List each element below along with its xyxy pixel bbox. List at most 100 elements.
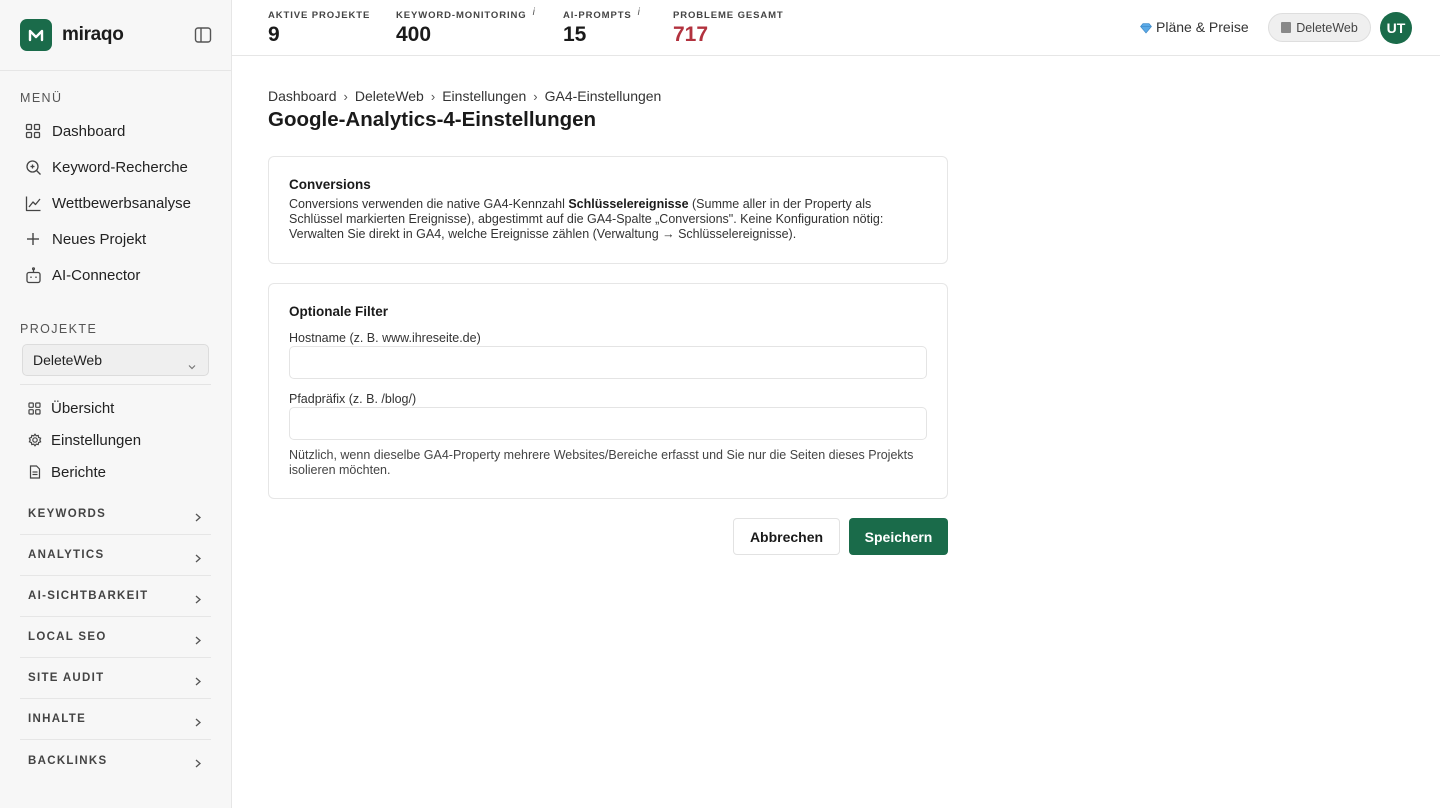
projects-section-label: PROJEKTE bbox=[20, 322, 98, 336]
conversions-heading: Conversions bbox=[289, 177, 371, 192]
nav-group-label: ANALYTICS bbox=[28, 549, 105, 561]
gear-icon bbox=[27, 433, 42, 448]
chevron-right-icon bbox=[195, 755, 201, 773]
nav-item-keyword-recherche[interactable]: Keyword-Recherche bbox=[24, 155, 188, 179]
cancel-button[interactable]: Abbrechen bbox=[733, 518, 840, 555]
filters-heading: Optionale Filter bbox=[289, 304, 389, 319]
project-item-einstellungen[interactable]: Einstellungen bbox=[27, 429, 141, 451]
project-item-uebersicht[interactable]: Übersicht bbox=[27, 397, 114, 419]
stat-value: 15 bbox=[563, 23, 587, 46]
chevron-right-icon bbox=[195, 591, 201, 609]
info-icon[interactable]: i bbox=[533, 7, 536, 18]
info-icon[interactable]: i bbox=[638, 7, 641, 18]
project-item-berichte[interactable]: Berichte bbox=[27, 461, 106, 483]
save-button[interactable]: Speichern bbox=[849, 518, 948, 555]
chevron-right-icon bbox=[195, 714, 201, 732]
line-chart-icon bbox=[24, 194, 42, 212]
breadcrumb-item[interactable]: Dashboard bbox=[268, 88, 337, 104]
nav-item-label: AI-Connector bbox=[52, 266, 141, 284]
stat-label: PROBLEME GESAMT bbox=[673, 10, 784, 21]
document-icon bbox=[27, 465, 42, 480]
project-select[interactable]: DeleteWeb bbox=[22, 344, 209, 376]
nav-item-label: Wettbewerbsanalyse bbox=[52, 194, 191, 212]
hostname-input[interactable] bbox=[289, 346, 927, 379]
nav-item-label: Keyword-Recherche bbox=[52, 158, 188, 176]
plans-link[interactable]: Pläne & Preise bbox=[1140, 19, 1249, 35]
breadcrumb-separator: › bbox=[533, 88, 538, 104]
robot-icon bbox=[24, 266, 42, 284]
chevron-down-icon bbox=[188, 357, 196, 373]
nav-group-label: BACKLINKS bbox=[28, 754, 108, 767]
breadcrumb-item[interactable]: DeleteWeb bbox=[355, 88, 424, 104]
stat-aktive-projekte: AKTIVE PROJEKTE 9 bbox=[268, 10, 370, 47]
breadcrumb-separator: › bbox=[430, 88, 436, 104]
conversions-description: Conversions verwenden die native GA4-Ken… bbox=[289, 197, 884, 241]
chevron-right-icon bbox=[195, 550, 201, 568]
logo-m-icon bbox=[28, 29, 44, 42]
nav-item-ai-connector[interactable]: AI-Connector bbox=[24, 263, 140, 287]
stat-value: 400 bbox=[396, 23, 432, 46]
project-item-label: Berichte bbox=[51, 463, 107, 481]
avatar[interactable]: UT bbox=[1380, 12, 1412, 44]
breadcrumb-item[interactable]: Einstellungen bbox=[442, 88, 526, 104]
stat-value: 9 bbox=[268, 23, 280, 46]
nav-group-backlinks[interactable]: BACKLINKS bbox=[20, 740, 211, 781]
breadcrumb-item-current: GA4-Einstellungen bbox=[544, 88, 662, 104]
stat-keyword-monitoring: KEYWORD-MONITORING i 400 bbox=[396, 7, 536, 47]
stat-label: AKTIVE PROJEKTE bbox=[268, 10, 371, 21]
building-icon bbox=[1281, 22, 1292, 33]
nav-group-local-seo[interactable]: LOCAL SEO bbox=[20, 617, 211, 658]
nav-group-analytics[interactable]: ANALYTICS bbox=[20, 535, 211, 576]
nav-group-ai-sichtbarkeit[interactable]: AI-SICHTBARKEIT bbox=[20, 576, 211, 617]
filters-card: Optionale Filter Hostname (z. B. www.ihr… bbox=[268, 283, 948, 499]
plus-icon bbox=[24, 230, 42, 248]
nav-group-label: KEYWORDS bbox=[28, 508, 107, 520]
chevron-right-icon bbox=[195, 632, 201, 650]
nav-item-dashboard[interactable]: Dashboard bbox=[24, 119, 125, 143]
topbar: AKTIVE PROJEKTE 9 KEYWORD-MONITORING i 40… bbox=[232, 0, 1440, 56]
nav-group-site-audit[interactable]: SITE AUDIT bbox=[20, 658, 211, 699]
project-item-label: Übersicht bbox=[51, 399, 115, 417]
nav-item-neues-projekt[interactable]: Neues Projekt bbox=[24, 227, 146, 251]
brand-logo[interactable] bbox=[20, 19, 52, 51]
path-prefix-input[interactable] bbox=[289, 407, 927, 440]
stat-probleme-gesamt: PROBLEME GESAMT 717 bbox=[673, 10, 784, 47]
conversions-card: Conversions Conversions verwenden die na… bbox=[268, 156, 948, 264]
sidebar: miraqo MENÜ Dashboard Keyword-Recherche … bbox=[0, 0, 232, 808]
search-icon bbox=[24, 158, 42, 176]
menu-section-label: MENÜ bbox=[20, 91, 63, 105]
project-item-label: Einstellungen bbox=[51, 431, 142, 449]
path-prefix-label: Pfadpräfix (z. B. /blog/) bbox=[289, 392, 417, 406]
grid-icon bbox=[27, 401, 42, 416]
stat-ai-prompts: AI-PROMPTS i 15 bbox=[563, 7, 641, 47]
hostname-label: Hostname (z. B. www.ihreseite.de) bbox=[289, 331, 481, 345]
project-chip-label: DeleteWeb bbox=[1296, 20, 1358, 35]
grid-icon bbox=[24, 122, 42, 140]
project-select-value: DeleteWeb bbox=[33, 352, 103, 368]
nav-group-keywords[interactable]: KEYWORDS bbox=[20, 494, 211, 535]
nav-group-label: INHALTE bbox=[28, 713, 87, 725]
breadcrumb-separator: › bbox=[343, 88, 348, 104]
stat-label: KEYWORD-MONITORING bbox=[396, 10, 527, 21]
stat-value: 717 bbox=[673, 23, 709, 46]
nav-group-label: AI-SICHTBARKEIT bbox=[28, 590, 149, 602]
page-title: Google-Analytics-4-Einstellungen bbox=[268, 108, 597, 131]
gem-icon bbox=[1140, 21, 1152, 34]
nav-item-wettbewerbsanalyse[interactable]: Wettbewerbsanalyse bbox=[24, 191, 191, 215]
stat-label: AI-PROMPTS bbox=[563, 10, 632, 21]
sidebar-toggle-icon[interactable] bbox=[194, 26, 212, 44]
breadcrumb: Dashboard › DeleteWeb › Einstellungen › … bbox=[268, 88, 661, 104]
brand-name: miraqo bbox=[62, 24, 124, 45]
brand: miraqo bbox=[0, 0, 231, 71]
chevron-right-icon bbox=[195, 509, 201, 527]
nav-item-label: Dashboard bbox=[52, 122, 126, 140]
chevron-right-icon bbox=[195, 673, 201, 691]
nav-item-label: Neues Projekt bbox=[52, 230, 147, 248]
filters-hint: Nützlich, wenn dieselbe GA4-Property meh… bbox=[289, 448, 914, 477]
sidebar-divider bbox=[20, 384, 211, 385]
project-chip[interactable]: DeleteWeb bbox=[1268, 13, 1371, 42]
nav-group-label: LOCAL SEO bbox=[28, 631, 107, 643]
nav-group-label: SITE AUDIT bbox=[28, 672, 105, 684]
nav-group-inhalte[interactable]: INHALTE bbox=[20, 699, 211, 740]
plans-label: Pläne & Preise bbox=[1156, 19, 1249, 35]
